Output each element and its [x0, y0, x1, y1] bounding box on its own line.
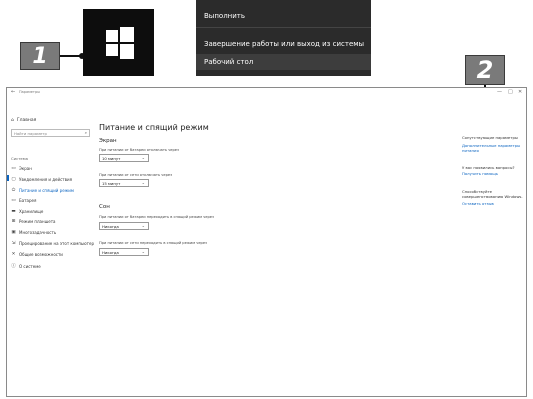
- sidebar-item-label: Проецирование на этот компьютер: [19, 241, 94, 246]
- screen-battery-value: 10 минут: [102, 155, 121, 161]
- monitor-icon: ▭: [11, 166, 16, 171]
- tablet-icon: ⊞: [11, 219, 16, 224]
- windows-logo-pane: [106, 44, 118, 56]
- callout-2: 2: [465, 55, 505, 85]
- start-context-menu: Выполнить Завершение работы или выход из…: [196, 0, 371, 76]
- windows-logo-icon: [106, 30, 118, 42]
- sleep-ac-label: При питании от сети переходить в спящий …: [99, 241, 207, 245]
- screen-ac-dropdown[interactable]: 15 минут ⌄: [99, 179, 149, 187]
- sidebar-item-label: Режим планшета: [19, 219, 56, 224]
- chevron-down-icon: ⌄: [141, 155, 145, 160]
- page-title: Питание и спящий режим: [99, 123, 209, 132]
- settings-window: ← Параметры — □ ✕ ⌂ Главная Найти параме…: [6, 87, 527, 397]
- sidebar-home[interactable]: ⌂ Главная: [11, 118, 36, 123]
- title-bar: ← Параметры — □ ✕: [7, 88, 526, 98]
- start-button[interactable]: [83, 9, 154, 76]
- shared-experiences-icon: ✕: [11, 252, 16, 257]
- section-screen-heading: Экран: [99, 138, 117, 144]
- section-sleep-heading: Сон: [99, 204, 110, 210]
- search-icon: ⌕: [84, 130, 87, 135]
- sidebar-item[interactable]: ▣ Многозадачность: [11, 230, 56, 235]
- sidebar-section-title: Система: [11, 156, 28, 161]
- battery-icon: ▭: [11, 198, 16, 203]
- sidebar: ⌂ Главная Найти параметр ⌕ Система ▭ Экра…: [7, 98, 95, 396]
- menu-item-run[interactable]: Выполнить: [196, 8, 371, 24]
- sidebar-item-label: О системе: [19, 263, 41, 269]
- sidebar-item-label: Общие возможности: [19, 252, 63, 257]
- screen-ac-value: 15 минут: [102, 180, 121, 186]
- search-placeholder: Найти параметр: [14, 130, 47, 136]
- back-arrow-icon[interactable]: ←: [11, 89, 15, 95]
- minimize-button[interactable]: —: [497, 89, 502, 95]
- menu-separator: [196, 27, 371, 28]
- windows-logo-pane: [120, 27, 134, 42]
- get-help-link[interactable]: Получить помощь: [462, 171, 526, 177]
- sidebar-item[interactable]: ⓘ О системе: [11, 263, 41, 270]
- screen-battery-dropdown[interactable]: 10 минут ⌄: [99, 154, 149, 162]
- sidebar-item[interactable]: ⏻ Питание и спящий режим: [11, 187, 74, 194]
- chevron-down-icon: ⌄: [141, 249, 145, 254]
- sleep-battery-value: Никогда: [102, 223, 119, 229]
- sleep-battery-dropdown[interactable]: Никогда ⌄: [99, 222, 149, 230]
- active-indicator: [7, 175, 9, 181]
- close-button[interactable]: ✕: [518, 89, 522, 95]
- sidebar-item[interactable]: ⇲ Проецирование на этот компьютер: [11, 241, 94, 246]
- home-icon: ⌂: [11, 118, 14, 123]
- window-title: Параметры: [19, 90, 40, 94]
- sidebar-home-label: Главная: [16, 118, 37, 123]
- multitasking-icon: ▣: [11, 230, 16, 235]
- sidebar-item-label: Уведомления и действия: [19, 177, 72, 182]
- power-icon: ⏻: [11, 188, 16, 193]
- sidebar-item-label: Питание и спящий режим: [19, 187, 74, 193]
- menu-item-desktop[interactable]: Рабочий стол: [196, 54, 371, 70]
- sleep-ac-value: Никогда: [102, 249, 119, 255]
- related-settings-heading: Сопутствующие параметры: [462, 135, 518, 140]
- chevron-down-icon: ⌄: [141, 223, 145, 228]
- sidebar-item-label: Экран: [19, 166, 32, 171]
- sidebar-item[interactable]: ⊞ Режим планшета: [11, 219, 56, 224]
- sidebar-item[interactable]: ▭ Батарея: [11, 198, 36, 203]
- additional-power-settings-link[interactable]: Дополнительные параметры питания: [462, 143, 526, 153]
- sidebar-item-label: Хранилище: [19, 209, 44, 214]
- sidebar-item[interactable]: ▬ Хранилище: [11, 209, 43, 214]
- figure: 1 Выполнить Завершение работы или выход …: [0, 0, 533, 399]
- search-input[interactable]: Найти параметр ⌕: [11, 129, 90, 137]
- questions-heading: У вас появились вопросы?: [462, 165, 515, 170]
- sidebar-item[interactable]: ✕ Общие возможности: [11, 252, 63, 257]
- screen-ac-label: При питании от сети отключать через: [99, 173, 172, 177]
- notifications-icon: ▢: [11, 177, 16, 182]
- sidebar-item-label: Многозадачность: [19, 230, 57, 235]
- sidebar-item[interactable]: ▭ Экран: [11, 166, 32, 171]
- projecting-icon: ⇲: [11, 241, 16, 246]
- sidebar-item-label: Батарея: [19, 198, 37, 203]
- improve-windows-text: Способствуйте совершенствованию Windows.: [462, 189, 523, 199]
- callout-1: 1: [20, 42, 60, 70]
- maximize-button[interactable]: □: [508, 89, 513, 95]
- storage-icon: ▬: [11, 209, 16, 214]
- give-feedback-link[interactable]: Оставить отзыв: [462, 201, 526, 207]
- windows-logo-pane: [120, 44, 134, 59]
- info-icon: ⓘ: [11, 264, 16, 269]
- chevron-down-icon: ⌄: [141, 180, 145, 185]
- sidebar-item[interactable]: ▢ Уведомления и действия: [11, 177, 72, 182]
- menu-item-shutdown[interactable]: Завершение работы или выход из системы: [196, 36, 371, 52]
- screen-battery-label: При питании от батареи отключать через: [99, 148, 179, 152]
- sleep-battery-label: При питании от батареи переходить в спящ…: [99, 215, 214, 219]
- sleep-ac-dropdown[interactable]: Никогда ⌄: [99, 248, 149, 256]
